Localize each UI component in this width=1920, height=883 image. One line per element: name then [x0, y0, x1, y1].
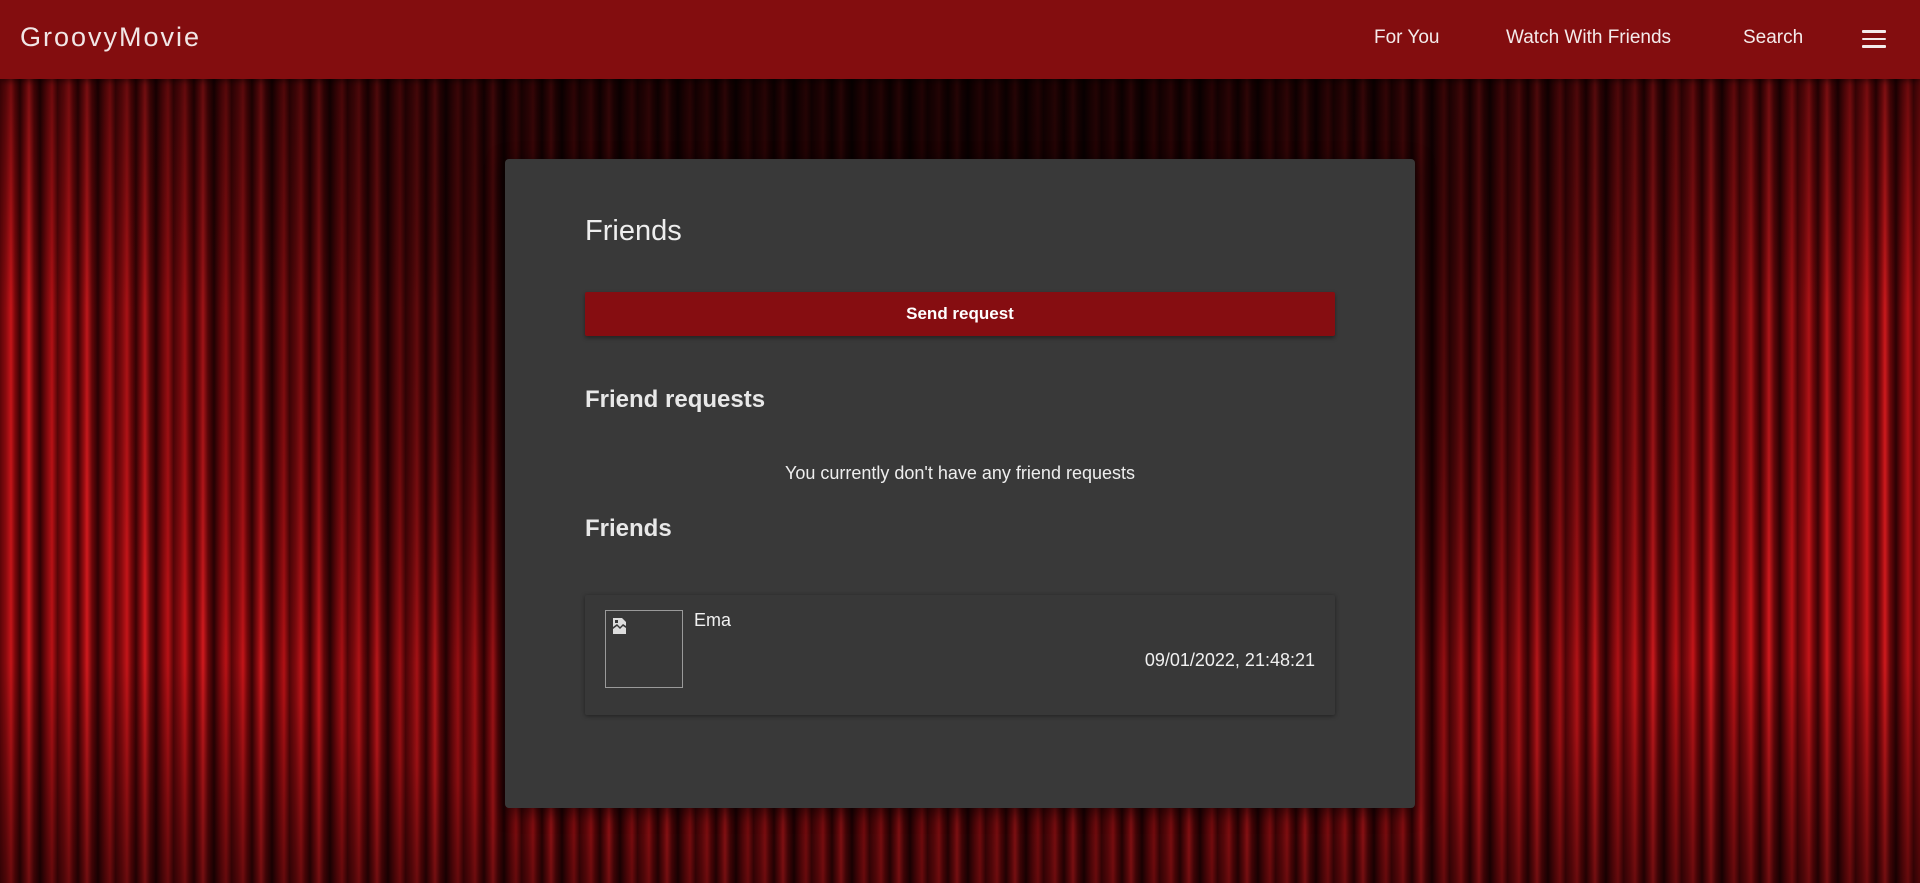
brand-logo[interactable]: GroovyMovie: [20, 22, 201, 53]
send-request-button[interactable]: Send request: [585, 292, 1335, 336]
nav-watch-with-friends[interactable]: Watch With Friends: [1506, 27, 1671, 49]
friend-requests-empty-text: You currently don't have any friend requ…: [785, 463, 1135, 483]
nav-for-you[interactable]: For You: [1374, 27, 1440, 49]
friends-heading: Friends: [585, 515, 672, 542]
friend-requests-heading: Friend requests: [585, 386, 766, 413]
page-title: Friends: [585, 215, 682, 247]
nav-search[interactable]: Search: [1743, 27, 1803, 49]
friend-name: Ema: [694, 610, 732, 630]
hamburger-menu-icon[interactable]: [1862, 30, 1886, 48]
friend-list-item[interactable]: Ema 09/01/2022, 21:48:21: [585, 595, 1335, 715]
broken-image-icon: [613, 618, 626, 634]
friend-date: 09/01/2022, 21:48:21: [1144, 650, 1315, 670]
avatar: [605, 610, 683, 688]
friends-card: Friends Send request Friend requests You…: [505, 159, 1415, 808]
top-navbar: GroovyMovie For You Watch With Friends S…: [0, 0, 1920, 79]
